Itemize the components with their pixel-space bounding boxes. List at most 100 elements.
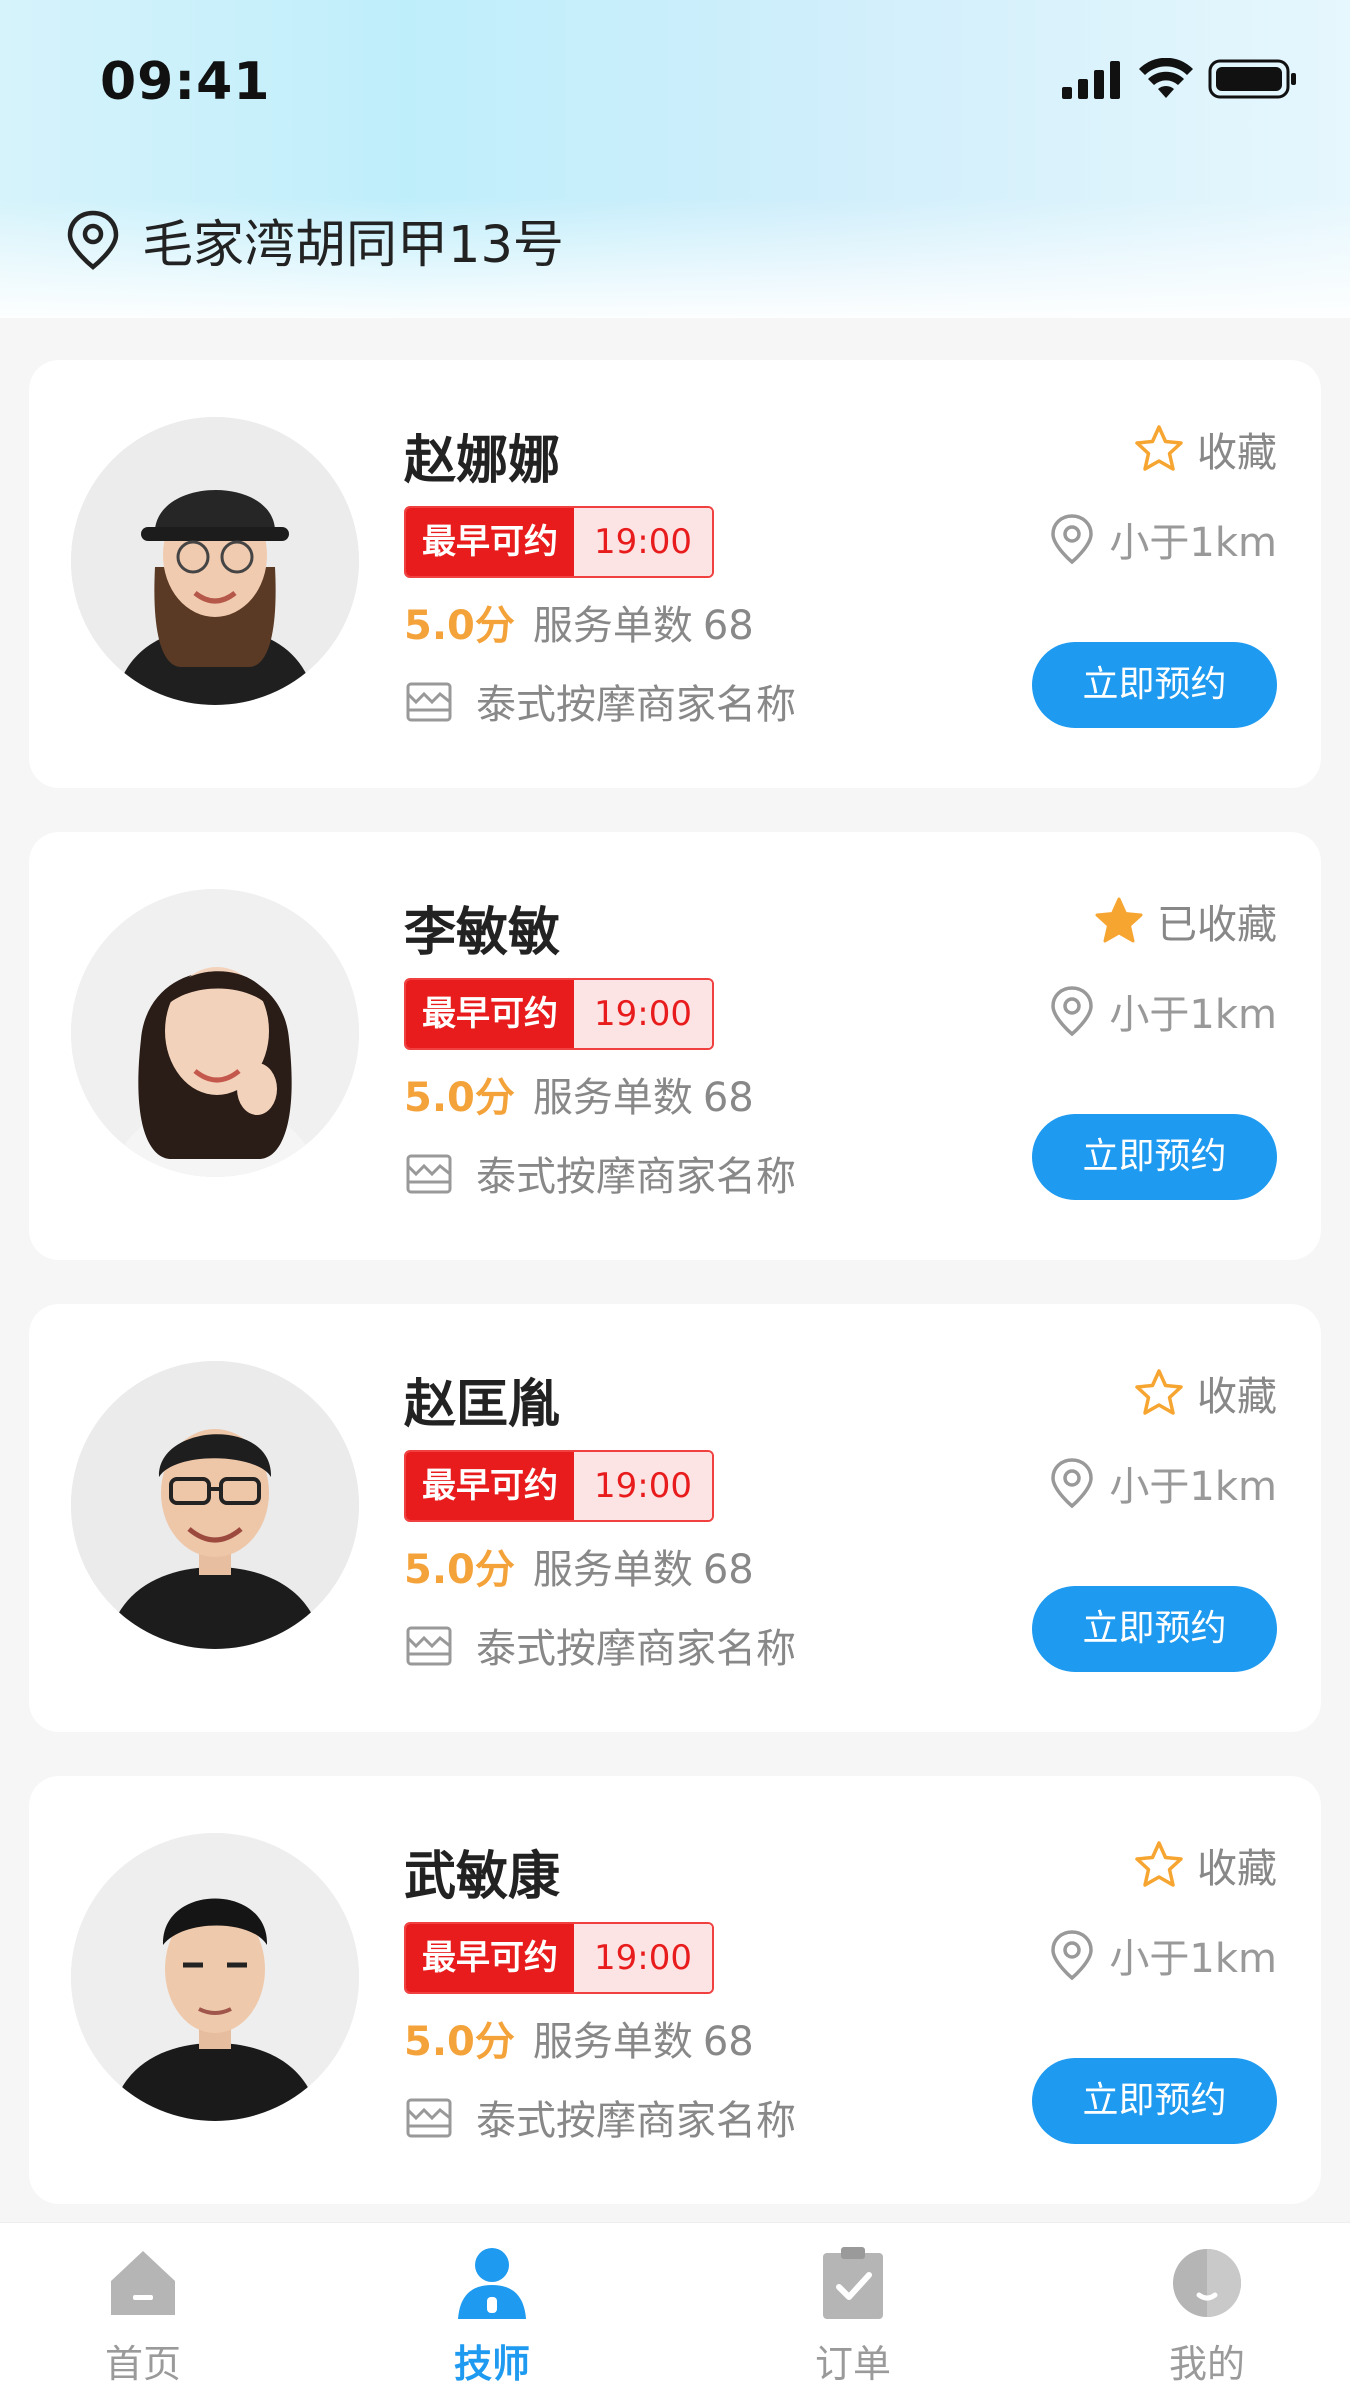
- tab-technician[interactable]: 技师: [402, 2245, 582, 2388]
- earliest-available-tag: 最早可约 19:00: [404, 978, 714, 1050]
- shop-name: 泰式按摩商家名称: [476, 2098, 796, 2144]
- distance: 小于1km: [1049, 1454, 1277, 1512]
- orders-count: 68: [702, 2019, 754, 2065]
- star-outline-icon: [1135, 1369, 1183, 1415]
- tag-label: 最早可约: [406, 508, 574, 576]
- shop-icon: [406, 1154, 452, 1194]
- shop-icon: [406, 2098, 452, 2138]
- favorite-toggle[interactable]: 收藏: [1133, 1364, 1277, 1422]
- shop-icon: [406, 682, 452, 722]
- shop-name: 泰式按摩商家名称: [476, 682, 796, 728]
- distance: 小于1km: [1049, 982, 1277, 1040]
- technician-card[interactable]: 赵娜娜 最早可约 19:00 5.0分服务单数68 泰式按摩商家名称 收藏: [29, 360, 1321, 788]
- favorite-label: 收藏: [1197, 430, 1277, 476]
- location-pin-icon: [1051, 1458, 1094, 1509]
- shop-row[interactable]: 泰式按摩商家名称: [404, 1144, 796, 1202]
- tag-time: 19:00: [574, 1924, 712, 1992]
- location-pin-icon: [1051, 514, 1094, 565]
- tab-label: 技师: [453, 2342, 530, 2386]
- bottom-tab-bar: 首页 技师 订单 我的: [0, 2222, 1350, 2400]
- tab-label: 我的: [1168, 2342, 1245, 2386]
- book-now-button[interactable]: 立即预约: [1032, 642, 1277, 728]
- orders-label: 服务单数: [532, 1075, 693, 1121]
- location-selector[interactable]: 毛家湾胡同甲13号: [64, 205, 564, 275]
- rating-score: 5.0分: [404, 603, 515, 649]
- favorite-label: 已收藏: [1157, 902, 1277, 948]
- technician-name: 赵娜娜: [404, 431, 561, 491]
- distance: 小于1km: [1049, 510, 1277, 568]
- score-row: 5.0分 服务单数 68: [404, 2014, 754, 2070]
- distance-label: 小于1km: [1109, 992, 1277, 1038]
- location-address: 毛家湾胡同甲13号: [142, 216, 564, 275]
- book-now-button[interactable]: 立即预约: [1032, 2058, 1277, 2144]
- battery-icon: [1208, 59, 1296, 99]
- technician-icon: [458, 2248, 526, 2319]
- avatar: [71, 889, 359, 1177]
- order-icon: [823, 2247, 883, 2319]
- orders-count: 68: [702, 1547, 754, 1593]
- tag-label: 最早可约: [406, 980, 574, 1048]
- technician-name: 武敏康: [404, 1847, 561, 1907]
- technician-name: 李敏敏: [404, 903, 561, 963]
- avatar: [71, 1833, 359, 2121]
- rating-score: 5.0分: [404, 1075, 515, 1121]
- favorite-toggle[interactable]: 收藏: [1133, 420, 1277, 478]
- tab-label: 首页: [104, 2342, 181, 2386]
- star-outline-icon: [1135, 425, 1183, 471]
- score-row: 5.0分 服务单数 68: [404, 1542, 754, 1598]
- favorite-label: 收藏: [1197, 1374, 1277, 1420]
- location-pin-icon: [1051, 1930, 1094, 1981]
- tag-time: 19:00: [574, 508, 712, 576]
- tab-profile[interactable]: 我的: [1117, 2245, 1297, 2388]
- orders-label: 服务单数: [532, 1547, 693, 1593]
- shop-name: 泰式按摩商家名称: [476, 1154, 796, 1200]
- score-row: 5.0分 服务单数 68: [404, 1070, 754, 1126]
- tab-home[interactable]: 首页: [53, 2245, 233, 2388]
- earliest-available-tag: 最早可约 19:00: [404, 1922, 714, 1994]
- distance-label: 小于1km: [1109, 1464, 1277, 1510]
- status-time: 09:41: [100, 52, 271, 112]
- status-bar: 09:41: [0, 0, 1350, 160]
- technician-card[interactable]: 李敏敏 最早可约 19:00 5.0分服务单数68 泰式按摩商家名称 已收藏: [29, 832, 1321, 1260]
- earliest-available-tag: 最早可约 19:00: [404, 1450, 714, 1522]
- technician-name: 赵匡胤: [404, 1375, 561, 1435]
- location-pin-icon: [67, 210, 119, 270]
- technician-card[interactable]: 武敏康 最早可约 19:00 5.0分服务单数68 泰式按摩商家名称 收藏: [29, 1776, 1321, 2204]
- orders-label: 服务单数: [532, 2019, 693, 2065]
- tag-time: 19:00: [574, 1452, 712, 1520]
- orders-count: 68: [702, 1075, 754, 1121]
- status-icons: [1060, 58, 1298, 100]
- earliest-available-tag: 最早可约 19:00: [404, 506, 714, 578]
- distance-label: 小于1km: [1109, 1936, 1277, 1982]
- orders-label: 服务单数: [532, 603, 693, 649]
- distance: 小于1km: [1049, 1926, 1277, 1984]
- tab-orders[interactable]: 订单: [763, 2245, 943, 2388]
- book-now-button[interactable]: 立即预约: [1032, 1114, 1277, 1200]
- location-pin-icon: [1051, 986, 1094, 1037]
- star-outline-icon: [1135, 1841, 1183, 1887]
- orders-count: 68: [702, 603, 754, 649]
- tab-label: 订单: [814, 2342, 891, 2386]
- rating-score: 5.0分: [404, 1547, 515, 1593]
- profile-icon: [1173, 2249, 1241, 2317]
- signal-icon: [1062, 61, 1120, 99]
- favorite-label: 收藏: [1197, 1846, 1277, 1892]
- tag-label: 最早可约: [406, 1452, 574, 1520]
- book-now-button[interactable]: 立即预约: [1032, 1586, 1277, 1672]
- tag-time: 19:00: [574, 980, 712, 1048]
- wifi-icon: [1139, 58, 1193, 98]
- home-icon: [111, 2251, 175, 2315]
- favorite-toggle[interactable]: 收藏: [1133, 1836, 1277, 1894]
- favorite-toggle[interactable]: 已收藏: [1093, 892, 1277, 950]
- shop-row[interactable]: 泰式按摩商家名称: [404, 672, 796, 730]
- avatar: [71, 417, 359, 705]
- score-row: 5.0分 服务单数 68: [404, 598, 754, 654]
- shop-row[interactable]: 泰式按摩商家名称: [404, 1616, 796, 1674]
- tag-label: 最早可约: [406, 1924, 574, 1992]
- shop-row[interactable]: 泰式按摩商家名称: [404, 2088, 796, 2146]
- star-filled-icon: [1095, 897, 1143, 943]
- technician-card[interactable]: 赵匡胤 最早可约 19:00 5.0分服务单数68 泰式按摩商家名称 收藏: [29, 1304, 1321, 1732]
- shop-name: 泰式按摩商家名称: [476, 1626, 796, 1672]
- rating-score: 5.0分: [404, 2019, 515, 2065]
- distance-label: 小于1km: [1109, 520, 1277, 566]
